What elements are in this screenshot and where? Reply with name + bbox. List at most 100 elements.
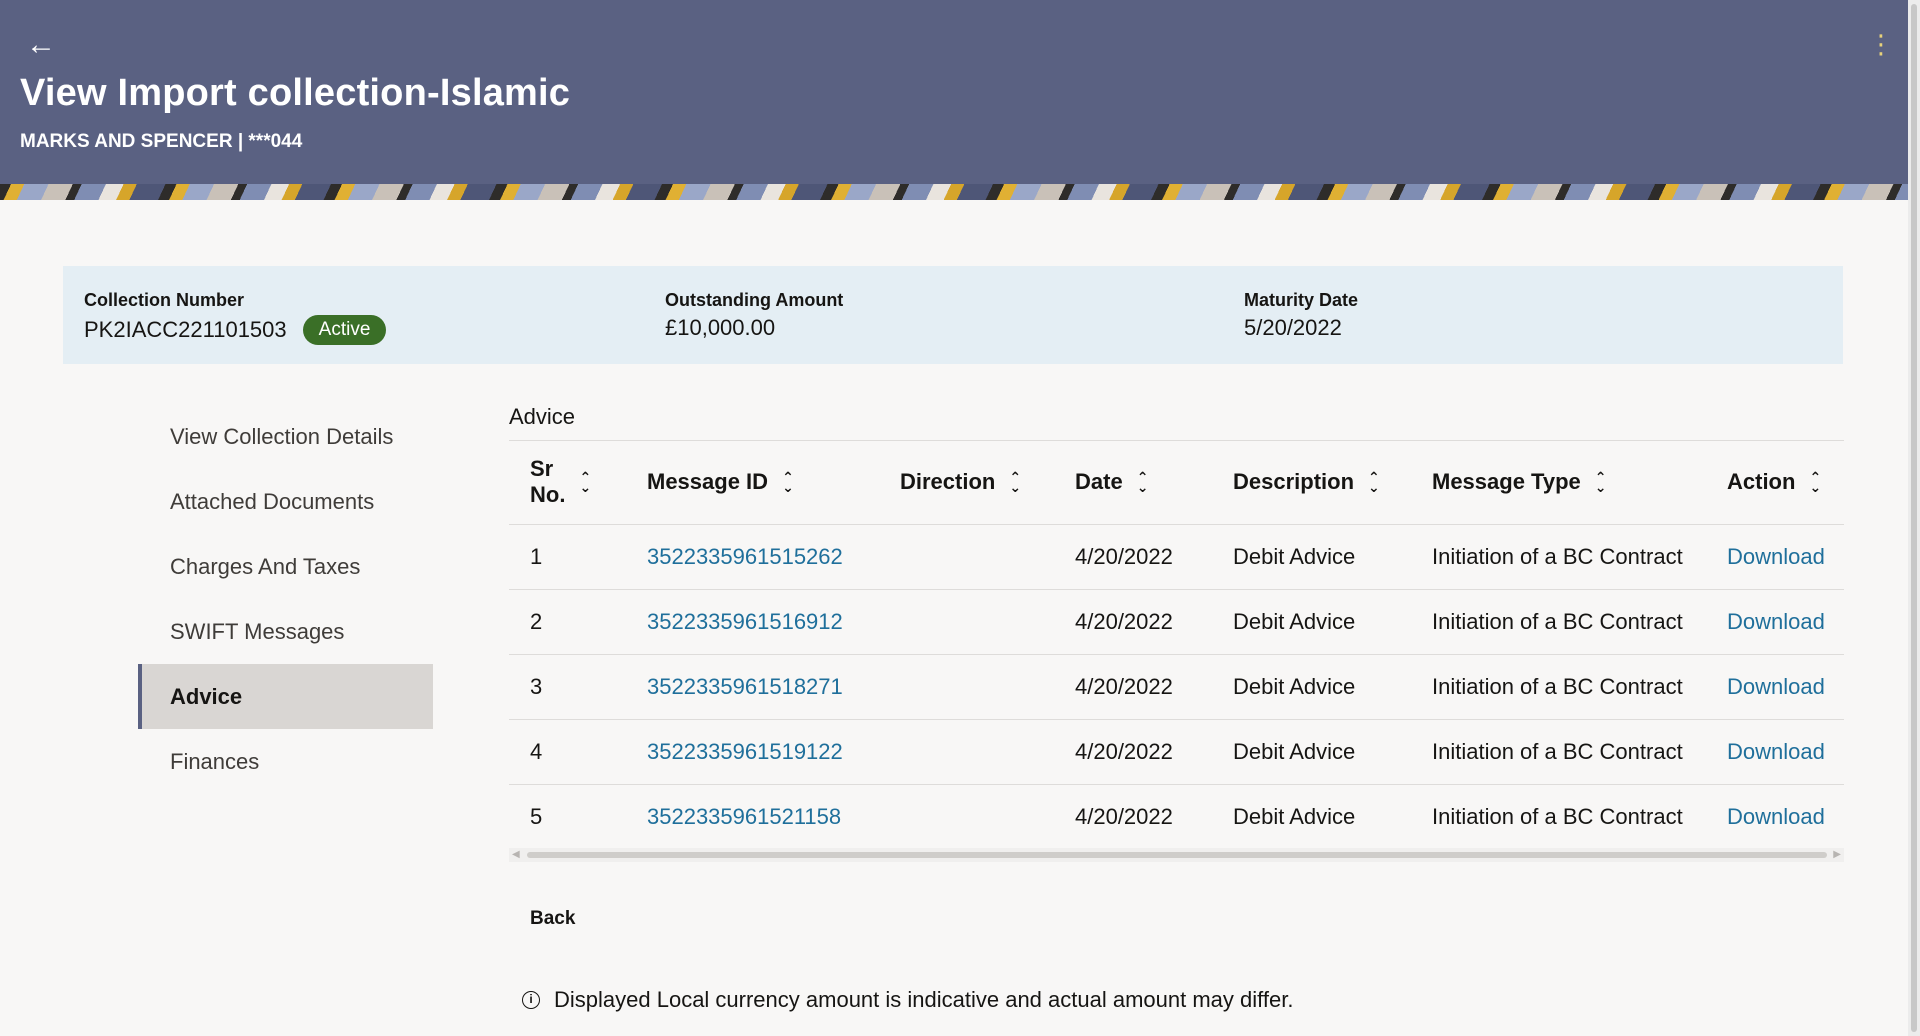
table-row: 1 3522335961515262 4/20/2022 Debit Advic… [509, 524, 1844, 590]
action-cell: Download [1706, 654, 1844, 720]
message-id-header-label: Message ID [647, 469, 769, 495]
message-id-link[interactable]: 3522335961519122 [647, 739, 843, 764]
description-header-label: Description [1233, 469, 1355, 495]
info-icon: i [522, 991, 540, 1009]
download-link[interactable]: Download [1727, 609, 1825, 634]
download-link[interactable]: Download [1727, 804, 1825, 829]
sort-icon[interactable]: ⌃ ⌄ [1809, 470, 1821, 494]
page-header: ← ⋮ View Import collection-Islamic MARKS… [0, 0, 1908, 200]
party-account-subtitle: MARKS AND SPENCER | ***044 [20, 131, 303, 152]
table-row: 3 3522335961518271 4/20/2022 Debit Advic… [509, 654, 1844, 720]
scroll-right-icon[interactable]: ▶ [1833, 849, 1841, 860]
back-button[interactable]: Back [530, 908, 575, 930]
message-type-cell: Initiation of a BC Contract [1411, 784, 1706, 850]
collection-number-label: Collection Number [84, 290, 245, 310]
sr-no-cell: 4 [509, 719, 626, 785]
sort-icon[interactable]: ⌃ ⌄ [1137, 470, 1149, 494]
sr-label-line1: Sr [530, 456, 554, 482]
message-type-cell: Initiation of a BC Contract [1411, 719, 1706, 785]
scrollbar-thumb[interactable] [527, 852, 1827, 858]
disclaimer-text: Displayed Local currency amount is indic… [554, 987, 1294, 1012]
message-id-link[interactable]: 3522335961521158 [647, 804, 841, 829]
currency-disclaimer: i Displayed Local currency amount is ind… [522, 987, 1293, 1013]
nav-item-swift-messages[interactable]: SWIFT Messages [138, 599, 433, 664]
message-id-link[interactable]: 3522335961518271 [647, 674, 843, 699]
description-cell: Debit Advice [1212, 654, 1411, 720]
sort-icon[interactable]: ⌃ ⌄ [1368, 470, 1380, 494]
message-id-cell: 3522335961515262 [626, 524, 879, 590]
nav-item-charges-and-taxes[interactable]: Charges And Taxes [138, 534, 433, 599]
scroll-left-icon[interactable]: ◀ [512, 849, 520, 860]
direction-cell [879, 654, 1054, 720]
message-id-cell: 3522335961518271 [626, 654, 879, 720]
maturity-date-block: Maturity Date 5/20/2022 [1244, 290, 1358, 341]
description-cell: Debit Advice [1212, 524, 1411, 590]
direction-cell [879, 524, 1054, 590]
table-horizontal-scrollbar[interactable]: ◀ ▶ [509, 848, 1844, 862]
description-cell: Debit Advice [1212, 719, 1411, 785]
action-cell: Download [1706, 784, 1844, 850]
sr-no-cell: 1 [509, 524, 626, 590]
date-cell: 4/20/2022 [1054, 589, 1212, 655]
column-header-message-id[interactable]: Message ID ⌃ ⌄ [626, 441, 879, 525]
date-cell: 4/20/2022 [1054, 654, 1212, 720]
scrollbar-thumb[interactable] [1911, 4, 1917, 1032]
message-type-header-label: Message Type [1432, 469, 1581, 495]
message-type-cell: Initiation of a BC Contract [1411, 589, 1706, 655]
nav-item-finances[interactable]: Finances [138, 729, 433, 794]
sr-no-cell: 3 [509, 654, 626, 720]
date-cell: 4/20/2022 [1054, 719, 1212, 785]
side-navigation: View Collection Details Attached Documen… [138, 404, 433, 794]
sr-no-cell: 2 [509, 589, 626, 655]
message-id-cell: 3522335961516912 [626, 589, 879, 655]
section-title: Advice [509, 404, 576, 429]
sort-icon[interactable]: ⌃ ⌄ [1009, 470, 1021, 494]
table-row: 5 3522335961521158 4/20/2022 Debit Advic… [509, 784, 1844, 850]
outstanding-amount-block: Outstanding Amount £10,000.00 [665, 290, 843, 341]
date-cell: 4/20/2022 [1054, 784, 1212, 850]
description-cell: Debit Advice [1212, 784, 1411, 850]
outstanding-amount-label: Outstanding Amount [665, 290, 844, 310]
download-link[interactable]: Download [1727, 544, 1825, 569]
column-header-action[interactable]: Action ⌃ ⌄ [1706, 441, 1844, 525]
action-header-label: Action [1727, 469, 1796, 495]
date-header-label: Date [1075, 469, 1123, 495]
nav-item-advice[interactable]: Advice [138, 664, 433, 729]
nav-item-view-collection-details[interactable]: View Collection Details [138, 404, 433, 469]
date-cell: 4/20/2022 [1054, 524, 1212, 590]
sort-icon[interactable]: ⌃ ⌄ [579, 470, 591, 494]
advice-table: Sr No. ⌃ ⌄ Message ID ⌃ ⌄ Direction ⌃ ⌄ Date ⌃… [509, 441, 1844, 850]
column-header-date[interactable]: Date ⌃ ⌄ [1054, 441, 1212, 525]
sort-icon[interactable]: ⌃ ⌄ [1595, 470, 1607, 494]
download-link[interactable]: Download [1727, 674, 1825, 699]
page-vertical-scrollbar[interactable] [1908, 0, 1920, 1036]
message-type-cell: Initiation of a BC Contract [1411, 654, 1706, 720]
status-badge: Active [302, 315, 387, 345]
action-cell: Download [1706, 524, 1844, 590]
back-arrow-icon[interactable]: ← [26, 30, 60, 60]
more-options-icon[interactable]: ⋮ [1868, 30, 1894, 58]
table-header-row: Sr No. ⌃ ⌄ Message ID ⌃ ⌄ Direction ⌃ ⌄ Date ⌃… [509, 441, 1844, 525]
column-header-sr-no[interactable]: Sr No. ⌃ ⌄ [509, 441, 626, 525]
page-title: View Import collection-Islamic [20, 72, 571, 114]
column-header-message-type[interactable]: Message Type ⌃ ⌄ [1411, 441, 1706, 525]
maturity-date-value: 5/20/2022 [1244, 315, 1342, 340]
nav-item-attached-documents[interactable]: Attached Documents [138, 469, 433, 534]
column-header-direction[interactable]: Direction ⌃ ⌄ [879, 441, 1054, 525]
action-cell: Download [1706, 589, 1844, 655]
sr-label-line2: No. [530, 482, 566, 508]
collection-number-value: PK2IACC221101503 [84, 317, 287, 342]
message-id-cell: 3522335961521158 [626, 784, 879, 850]
table-row: 4 3522335961519122 4/20/2022 Debit Advic… [509, 719, 1844, 785]
download-link[interactable]: Download [1727, 739, 1825, 764]
message-id-link[interactable]: 3522335961515262 [647, 544, 843, 569]
outstanding-amount-value: £10,000.00 [665, 315, 776, 340]
sort-icon[interactable]: ⌃ ⌄ [782, 470, 794, 494]
collection-number-block: Collection Number PK2IACC221101503 Activ… [84, 290, 387, 345]
collection-summary-card: Collection Number PK2IACC221101503 Activ… [63, 266, 1843, 364]
column-header-description[interactable]: Description ⌃ ⌄ [1212, 441, 1411, 525]
table-row: 2 3522335961516912 4/20/2022 Debit Advic… [509, 589, 1844, 655]
message-id-link[interactable]: 3522335961516912 [647, 609, 843, 634]
sr-no-cell: 5 [509, 784, 626, 850]
action-cell: Download [1706, 719, 1844, 785]
